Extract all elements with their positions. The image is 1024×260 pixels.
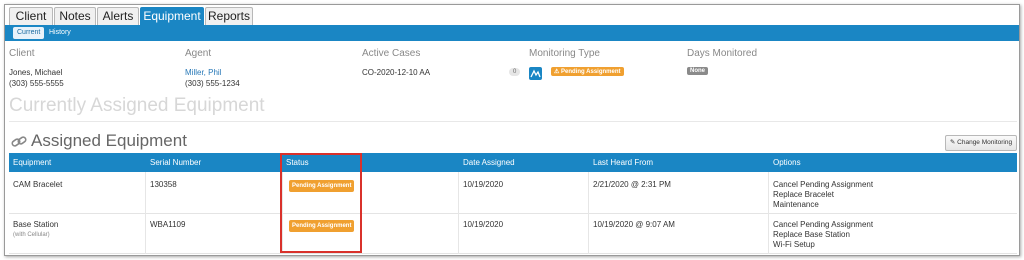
status-badge: Pending Assignment (289, 180, 355, 192)
serial-number-link[interactable]: WBA1109 (150, 220, 185, 230)
header-equipment: Equipment (13, 158, 52, 167)
column-divider (282, 172, 283, 254)
maintenance-link[interactable]: Maintenance (773, 200, 873, 210)
application-window: Client Notes Alerts Equipment Reports Cu… (4, 4, 1020, 256)
replace-bracelet-link[interactable]: Replace Bracelet (773, 190, 873, 200)
equipment-cell: Base Station (with Cellular) (13, 220, 58, 240)
currently-assigned-heading: Currently Assigned Equipment (9, 95, 265, 116)
change-monitoring-label: Change Monitoring (957, 139, 1013, 146)
agent-phone: (303) 555-1234 (185, 79, 240, 88)
tab-alerts[interactable]: Alerts (97, 7, 139, 25)
cancel-pending-assignment-link[interactable]: Cancel Pending Assignment (773, 220, 873, 230)
header-serial-number: Serial Number (150, 158, 202, 167)
status-badge: Pending Assignment (289, 220, 355, 232)
equipment-cell: CAM Bracelet (13, 180, 63, 189)
status-cell: Pending Assignment (289, 220, 355, 232)
replace-base-station-link[interactable]: Replace Base Station (773, 230, 873, 240)
cancel-pending-assignment-link[interactable]: Cancel Pending Assignment (773, 180, 873, 190)
sub-tab-bar: Current History (5, 25, 1019, 41)
subtab-current[interactable]: Current (13, 27, 45, 39)
main-tab-bar: Client Notes Alerts Equipment Reports (5, 5, 1019, 25)
status-cell: Pending Assignment (289, 180, 355, 192)
table-row: CAM Bracelet 130358 Pending Assignment 1… (9, 172, 1017, 214)
client-label: Client (9, 48, 35, 59)
subtab-history[interactable]: History (45, 27, 75, 39)
wifi-setup-link[interactable]: Wi-Fi Setup (773, 240, 873, 250)
assigned-equipment-heading: Assigned Equipment (31, 131, 187, 150)
chain-link-icon (11, 136, 27, 147)
monitoring-type-icon (529, 67, 542, 80)
case-count-badge: 0 (509, 68, 521, 76)
options-cell: Cancel Pending Assignment Replace Base S… (773, 220, 873, 250)
column-divider (588, 172, 589, 254)
warning-icon: ⚠ (554, 69, 562, 75)
days-monitored-label: Days Monitored (687, 48, 758, 59)
column-divider (768, 172, 769, 254)
client-phone: (303) 555-5555 (9, 79, 64, 88)
header-date-assigned: Date Assigned (463, 158, 515, 167)
client-name: Jones, Michael (9, 68, 63, 77)
last-heard-cell: 10/19/2020 @ 9:07 AM (593, 220, 675, 229)
tab-notes[interactable]: Notes (54, 7, 96, 25)
equipment-table-header: Equipment Serial Number Status Date Assi… (9, 153, 1017, 172)
change-monitoring-button[interactable]: ✎ Change Monitoring (945, 135, 1017, 151)
tab-reports[interactable]: Reports (205, 7, 253, 25)
active-case-value: CO-2020-12-10 AA (362, 68, 431, 77)
days-monitored-badge: None (687, 67, 708, 75)
column-divider (145, 172, 146, 254)
header-options: Options (773, 158, 801, 167)
agent-info: Miller, Phil (303) 555-1234 (185, 67, 240, 89)
monitoring-status-text: Pending Assignment (561, 69, 621, 75)
table-row: Base Station (with Cellular) WBA1109 Pen… (9, 214, 1017, 254)
last-heard-cell: 2/21/2020 @ 2:31 PM (593, 180, 671, 189)
tab-equipment[interactable]: Equipment (140, 7, 204, 25)
column-divider (458, 172, 459, 254)
serial-number-link[interactable]: 130358 (150, 180, 177, 190)
equipment-name: Base Station (13, 220, 59, 229)
client-info: Jones, Michael (303) 555-5555 (9, 67, 64, 89)
header-last-heard-from: Last Heard From (593, 158, 654, 167)
equipment-subtext: (with Cellular) (13, 232, 50, 238)
monitoring-type-label: Monitoring Type (529, 48, 600, 59)
agent-name-link[interactable]: Miller, Phil (185, 67, 240, 78)
section-divider (9, 121, 1017, 122)
options-cell: Cancel Pending Assignment Replace Bracel… (773, 180, 873, 210)
monitoring-status-badge: ⚠ Pending Assignment (551, 67, 624, 76)
date-assigned-cell: 10/19/2020 (463, 180, 504, 189)
header-status: Status (286, 158, 309, 167)
active-cases-label: Active Cases (362, 48, 421, 59)
agent-label: Agent (185, 48, 212, 59)
tab-client[interactable]: Client (9, 7, 53, 25)
date-assigned-cell: 10/19/2020 (463, 220, 504, 229)
